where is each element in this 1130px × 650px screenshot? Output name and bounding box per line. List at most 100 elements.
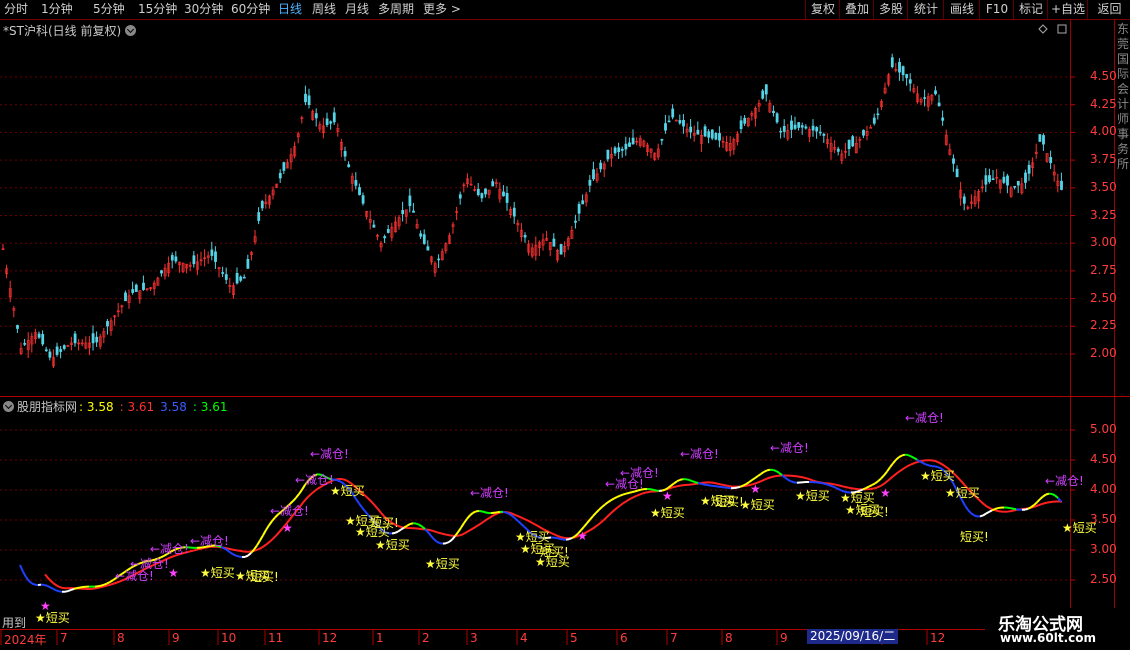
- fast-line-segment: [754, 475, 759, 479]
- candle-body: [408, 195, 412, 207]
- fast-line-segment: [592, 512, 597, 517]
- candle-body: [210, 249, 214, 256]
- fast-line-segment: [982, 512, 987, 517]
- candle-body: [710, 129, 714, 139]
- candle-body: [782, 125, 786, 132]
- candle-body: [847, 139, 851, 149]
- candle-body: [664, 123, 667, 131]
- candle-body: [361, 195, 365, 204]
- fast-line-segment: [298, 489, 303, 495]
- reduce-signal: ←减仓!: [150, 542, 189, 556]
- fast-line-segment: [505, 511, 510, 515]
- short-buy-signal: ★短买: [740, 498, 775, 512]
- fast-line-segment: [1009, 507, 1014, 510]
- dropdown-icon[interactable]: [125, 25, 137, 36]
- fast-line-segment: [628, 491, 633, 494]
- fast-line-segment: [604, 501, 609, 506]
- fast-line-segment: [295, 493, 300, 499]
- indicator-value-4: : 3.61: [192, 400, 228, 414]
- fast-line-segment: [427, 531, 432, 537]
- fast-line-segment: [484, 511, 489, 514]
- fast-line-segment: [1054, 494, 1059, 499]
- fast-line-segment: [745, 481, 750, 485]
- candlesticks: [1, 53, 1063, 369]
- fast-line-segment: [589, 515, 594, 521]
- reduce-signal: ←减仓!: [295, 473, 334, 487]
- pink-star-marker: ★: [168, 566, 179, 580]
- fast-line-segment: [394, 530, 399, 534]
- fast-line-segment: [865, 485, 870, 489]
- candle-body: [836, 148, 840, 152]
- fast-line-segment: [874, 480, 879, 485]
- fast-line-segment: [433, 538, 438, 543]
- fast-line-segment: [823, 482, 828, 486]
- reduce-signal: ←减仓!: [470, 486, 509, 500]
- fast-line-segment: [907, 454, 912, 458]
- candle-body: [559, 244, 563, 255]
- candle-body: [422, 234, 426, 244]
- slow-line: [44, 459, 1063, 591]
- candle-body: [260, 201, 264, 209]
- stock-title[interactable]: *ST沪科(日线 前复权): [3, 22, 137, 39]
- pink-star-marker: ★: [750, 482, 761, 496]
- candle-body: [59, 349, 63, 352]
- candle-body: [1016, 180, 1020, 186]
- fast-line-segment: [466, 514, 471, 520]
- time-tick-label: 3: [470, 631, 478, 645]
- fast-line-segment: [502, 510, 507, 514]
- fast-line-segment: [673, 480, 678, 485]
- candle-body: [718, 133, 721, 141]
- fast-line-segment: [757, 473, 762, 477]
- candle-body: [41, 334, 45, 345]
- price-tick-label: 4.50: [1090, 69, 1117, 83]
- chart-canvas[interactable]: ←减仓!←减仓!←减仓!←减仓!←减仓!←减仓!←减仓!←减仓!←减仓!←减仓!…: [0, 0, 1130, 650]
- candle-body: [671, 108, 675, 118]
- fast-line-segment: [391, 531, 396, 535]
- fast-line-segment: [967, 509, 972, 514]
- indicator-value-3: 3.58: [160, 400, 187, 414]
- fast-line-segment: [472, 510, 477, 514]
- fast-line-segment: [559, 537, 564, 541]
- candle-body: [696, 129, 700, 135]
- fast-line-segment: [1027, 506, 1032, 510]
- fast-line-segment: [265, 524, 270, 531]
- fast-line-segment: [517, 520, 522, 525]
- time-tick-label: 4: [520, 631, 528, 645]
- candle-body: [876, 113, 880, 116]
- candle-body: [170, 255, 174, 261]
- candle-body: [908, 79, 912, 84]
- fast-line-segment: [448, 538, 453, 543]
- candle-body: [574, 220, 577, 223]
- candle-body: [898, 62, 901, 73]
- indicator-dropdown-icon[interactable]: [3, 401, 14, 412]
- price-tick-label: 2.50: [1090, 290, 1117, 305]
- candle-body: [667, 120, 671, 123]
- time-tick-label: 2024年: [4, 633, 47, 647]
- reduce-signal: ←减仓!: [130, 557, 169, 571]
- candle-body: [48, 351, 52, 358]
- fast-line-segment: [877, 477, 882, 483]
- candle-body: [304, 93, 307, 103]
- candle-body: [620, 148, 624, 151]
- time-tick-label: 6: [620, 631, 628, 645]
- candle-body: [862, 129, 865, 136]
- candle-body: [952, 158, 955, 164]
- fast-line-segment: [598, 506, 603, 511]
- short-buy-signal: ★短买: [375, 538, 410, 552]
- fast-line-segment: [790, 480, 795, 484]
- candle-body: [458, 194, 462, 199]
- fast-line-segment: [418, 523, 423, 528]
- candle-body: [1060, 180, 1063, 190]
- time-tick-label: 8: [725, 631, 733, 645]
- fast-line-segment: [436, 540, 441, 545]
- candle-body: [761, 90, 765, 99]
- fast-line-segment: [1039, 495, 1044, 500]
- fast-line-segment: [898, 454, 903, 459]
- fast-line-segment: [70, 587, 75, 591]
- price-tick-label: 2.25: [1090, 318, 1117, 333]
- candle-body: [332, 112, 336, 123]
- indicator-value-1: : 3.58: [79, 400, 114, 414]
- indicator-title[interactable]: 股朋指标网: 3.58: 3.61 3.58: 3.61: [3, 398, 233, 415]
- candle-body: [55, 346, 59, 355]
- fast-line-segment: [985, 511, 990, 515]
